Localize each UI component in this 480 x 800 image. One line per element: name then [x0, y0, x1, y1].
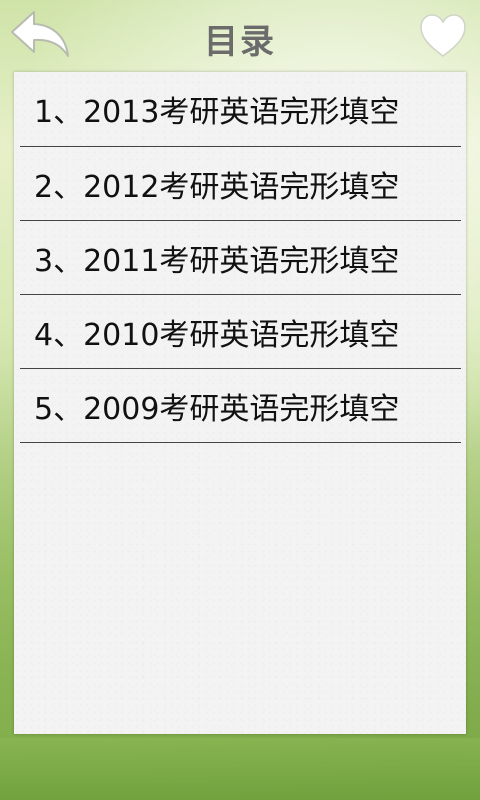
list-item-label: 4、2010考研英语完形填空	[34, 317, 400, 353]
list-item[interactable]: 2、2012考研英语完形填空	[20, 147, 461, 221]
catalog-list: 1、2013考研英语完形填空 2、2012考研英语完形填空 3、2011考研英语…	[20, 72, 461, 443]
app-header: 目录	[0, 0, 480, 70]
favorite-button[interactable]	[418, 12, 468, 60]
catalog-panel: 1、2013考研英语完形填空 2、2012考研英语完形填空 3、2011考研英语…	[14, 72, 466, 734]
list-item[interactable]: 1、2013考研英语完形填空	[20, 72, 461, 147]
page-title: 目录	[204, 22, 276, 62]
list-item-label: 1、2013考研英语完形填空	[34, 95, 400, 130]
bottom-background-strip	[0, 738, 480, 800]
list-item[interactable]: 3、2011考研英语完形填空	[20, 221, 461, 295]
list-item[interactable]: 5、2009考研英语完形填空	[20, 369, 461, 443]
list-item-label: 2、2012考研英语完形填空	[34, 169, 400, 205]
list-item-label: 5、2009考研英语完形填空	[34, 391, 400, 427]
list-item[interactable]: 4、2010考研英语完形填空	[20, 295, 461, 369]
list-item-label: 3、2011考研英语完形填空	[34, 243, 400, 279]
heart-icon	[420, 14, 466, 57]
